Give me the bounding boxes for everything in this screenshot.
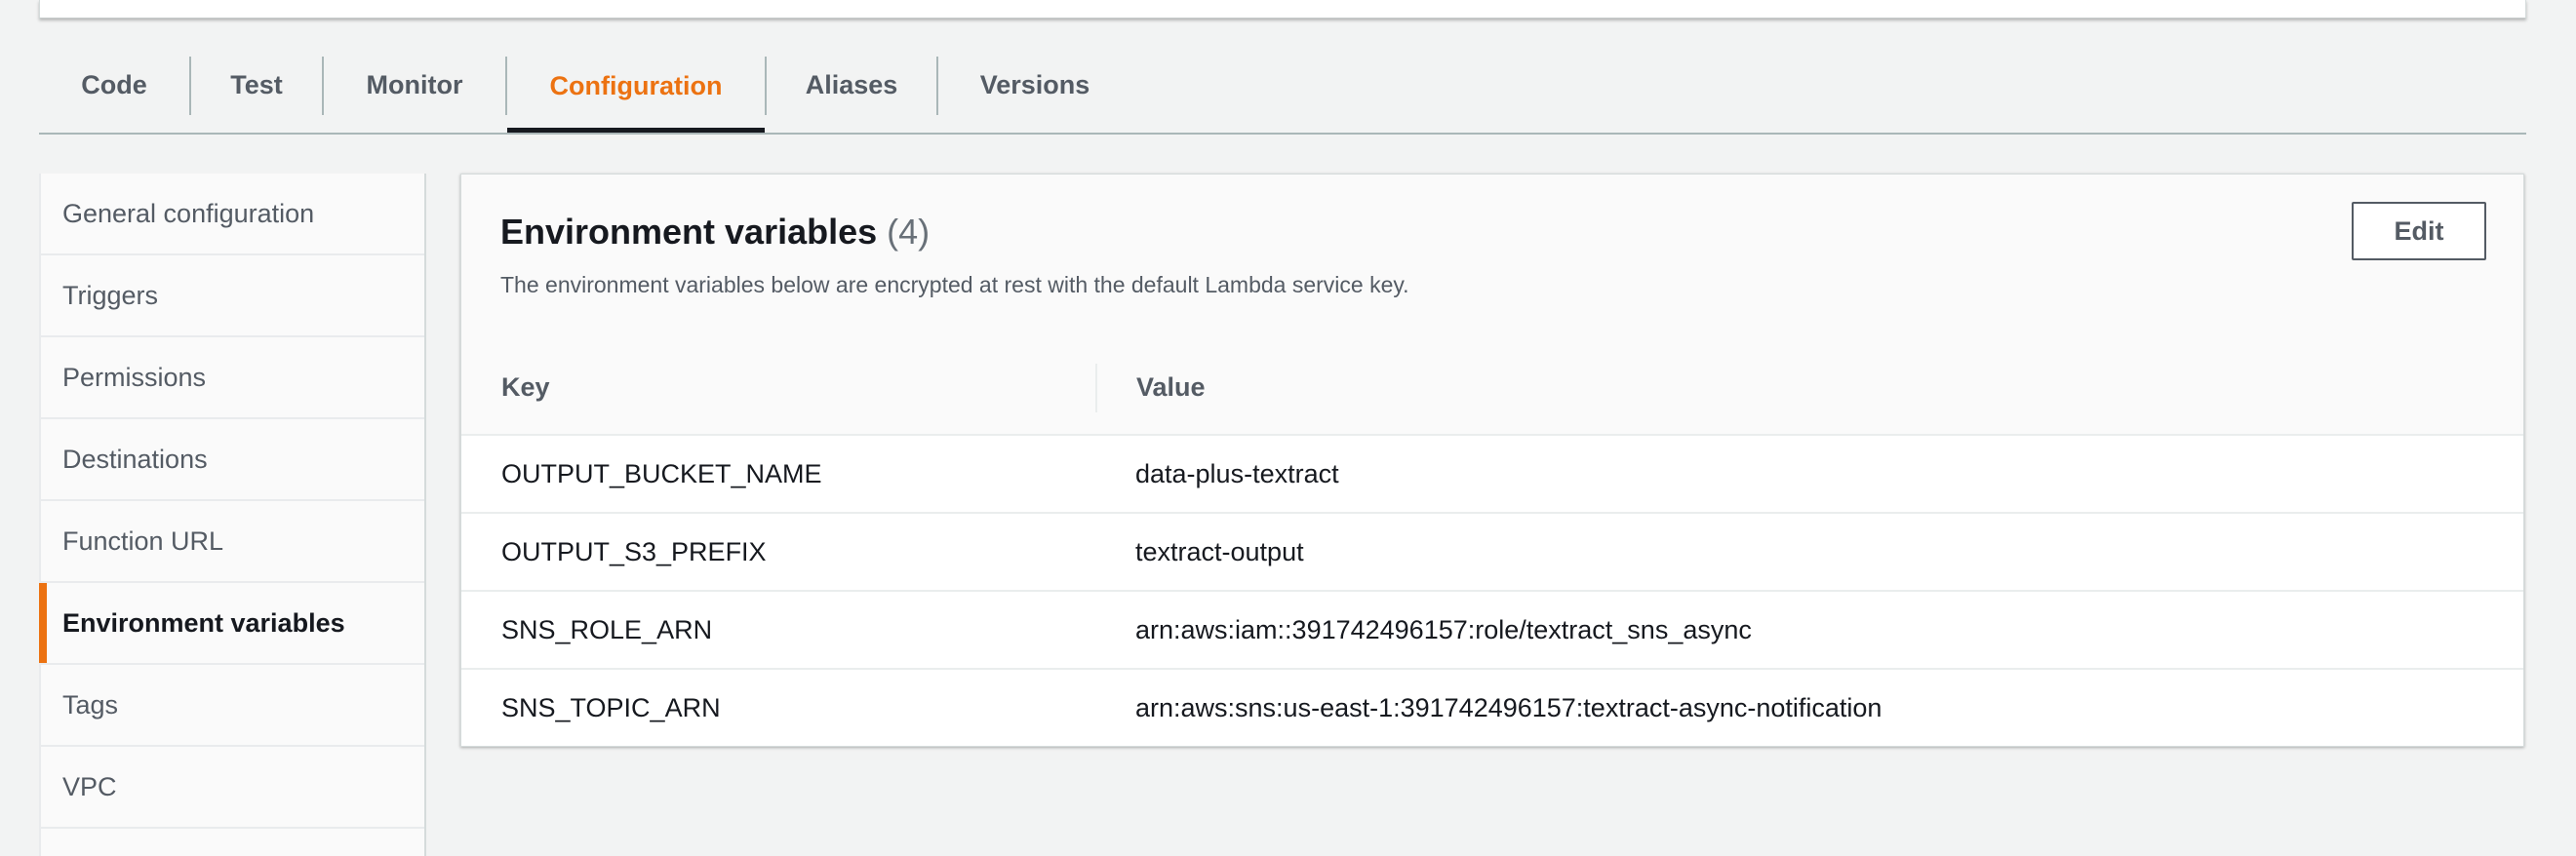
tab-code[interactable]: Code xyxy=(39,39,189,131)
tab-versions[interactable]: Versions xyxy=(938,39,1131,131)
column-separator xyxy=(1095,364,1097,412)
panel-header: Environment variables (4) The environment… xyxy=(461,175,2523,342)
env-var-key: OUTPUT_BUCKET_NAME xyxy=(501,458,822,488)
sidebar-item-triggers[interactable]: Triggers xyxy=(41,255,424,337)
sidebar-item-function-url[interactable]: Function URL xyxy=(41,501,424,583)
function-tabs: Code Test Monitor Configuration Aliases … xyxy=(39,39,2526,135)
panel-description: The environment variables below are encr… xyxy=(500,272,1409,297)
panel-title: Environment variables (4) xyxy=(500,212,930,253)
table-row: SNS_TOPIC_ARN arn:aws:sns:us-east-1:3917… xyxy=(461,670,2523,746)
env-var-value: textract-output xyxy=(1135,536,1304,566)
sidebar-item-label: Triggers xyxy=(62,280,159,310)
env-vars-table: Key Value OUTPUT_BUCKET_NAME data-plus-t… xyxy=(461,340,2523,746)
tab-label: Test xyxy=(230,69,283,99)
sidebar-item-vpc[interactable]: VPC xyxy=(41,747,424,829)
configuration-sidebar: General configuration Triggers Permissio… xyxy=(39,174,426,856)
sidebar-item-label: Environment variables xyxy=(62,607,345,638)
table-row: OUTPUT_S3_PREFIX textract-output xyxy=(461,514,2523,592)
column-header-key: Key xyxy=(501,371,550,402)
environment-variables-panel: Environment variables (4) The environment… xyxy=(460,174,2524,747)
sidebar-item-label: VPC xyxy=(62,771,117,801)
env-var-key: SNS_ROLE_ARN xyxy=(501,614,713,644)
env-var-value: arn:aws:iam::391742496157:role/textract_… xyxy=(1135,614,1752,644)
sidebar-item-permissions[interactable]: Permissions xyxy=(41,337,424,419)
table-row: OUTPUT_BUCKET_NAME data-plus-textract xyxy=(461,436,2523,514)
env-var-value: arn:aws:sns:us-east-1:391742496157:textr… xyxy=(1135,692,1882,722)
tab-label: Aliases xyxy=(805,69,898,99)
variable-count: (4) xyxy=(887,212,931,252)
sidebar-item-label: Tags xyxy=(62,689,119,720)
tab-label: Monitor xyxy=(366,69,463,99)
sidebar-item-label: Destinations xyxy=(62,444,208,474)
tab-monitor[interactable]: Monitor xyxy=(324,39,505,131)
sidebar-item-label: General configuration xyxy=(62,198,315,228)
table-header: Key Value xyxy=(461,340,2523,436)
sidebar-item-label: Function URL xyxy=(62,525,224,556)
sidebar-item-general-configuration[interactable]: General configuration xyxy=(41,174,424,255)
sidebar-item-label: Permissions xyxy=(62,362,207,392)
sidebar-item-destinations[interactable]: Destinations xyxy=(41,419,424,501)
tab-label: Code xyxy=(81,69,147,99)
env-var-value: data-plus-textract xyxy=(1135,458,1339,488)
tab-label: Configuration xyxy=(549,70,723,100)
tab-label: Versions xyxy=(979,69,1090,99)
top-card xyxy=(39,0,2526,19)
tab-test[interactable]: Test xyxy=(191,39,322,131)
tab-aliases[interactable]: Aliases xyxy=(767,39,936,131)
column-header-value: Value xyxy=(1136,371,1206,402)
sidebar-item-tags[interactable]: Tags xyxy=(41,665,424,747)
env-var-key: SNS_TOPIC_ARN xyxy=(501,692,721,722)
panel-title-text: Environment variables xyxy=(500,212,878,252)
tab-configuration[interactable]: Configuration xyxy=(507,39,765,133)
env-var-key: OUTPUT_S3_PREFIX xyxy=(501,536,767,566)
table-row: SNS_ROLE_ARN arn:aws:iam::391742496157:r… xyxy=(461,592,2523,670)
edit-button[interactable]: Edit xyxy=(2352,202,2486,260)
sidebar-item-environment-variables[interactable]: Environment variables xyxy=(39,583,424,665)
